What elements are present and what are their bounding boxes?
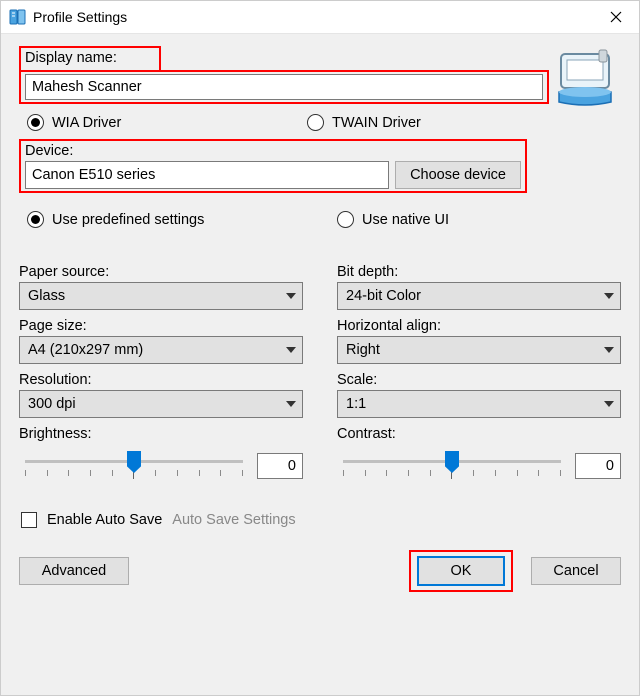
button-row: Advanced OK Cancel — [19, 550, 621, 592]
contrast-value-input[interactable] — [575, 453, 621, 479]
radio-label: Use native UI — [362, 212, 449, 228]
horizontal-align-combo[interactable]: Right — [337, 336, 621, 364]
close-button[interactable] — [593, 1, 639, 33]
scale-label: Scale: — [337, 372, 621, 388]
page-size-combo[interactable]: A4 (210x297 mm) — [19, 336, 303, 364]
driver-radio-group: WIA Driver TWAIN Driver — [27, 114, 549, 131]
device-highlight: Device: Canon E510 series Choose device — [19, 139, 527, 193]
radio-label: TWAIN Driver — [332, 115, 421, 131]
scale-combo[interactable]: 1:1 — [337, 390, 621, 418]
device-label: Device: — [25, 143, 521, 159]
brightness-value-input[interactable] — [257, 453, 303, 479]
resolution-label: Resolution: — [19, 372, 303, 388]
device-value: Canon E510 series — [32, 167, 155, 183]
bit-depth-combo[interactable]: 24-bit Color — [337, 282, 621, 310]
combo-value: 1:1 — [346, 396, 366, 412]
combo-value: A4 (210x297 mm) — [28, 342, 143, 358]
enable-autosave-label[interactable]: Enable Auto Save — [47, 512, 162, 528]
brightness-label: Brightness: — [19, 426, 303, 442]
choose-device-button[interactable]: Choose device — [395, 161, 521, 189]
combo-value: 24-bit Color — [346, 288, 421, 304]
page-size-label: Page size: — [19, 318, 303, 334]
chevron-down-icon — [604, 401, 614, 407]
dialog-content: Display name: WIA Driver TWAIN Driver — [1, 34, 639, 695]
autosave-settings-link: Auto Save Settings — [172, 512, 295, 528]
resolution-combo[interactable]: 300 dpi — [19, 390, 303, 418]
brightness-slider[interactable] — [19, 446, 249, 486]
profile-settings-dialog: Profile Settings Display name: WIA Drive… — [0, 0, 640, 696]
scanner-icon — [549, 46, 621, 110]
horizontal-align-label: Horizontal align: — [337, 318, 621, 334]
titlebar: Profile Settings — [1, 1, 639, 34]
chevron-down-icon — [604, 347, 614, 353]
radio-label: WIA Driver — [52, 115, 121, 131]
chevron-down-icon — [286, 293, 296, 299]
combo-value: 300 dpi — [28, 396, 76, 412]
chevron-down-icon — [286, 401, 296, 407]
driver-option-twain[interactable]: TWAIN Driver — [307, 114, 421, 131]
display-name-label-highlight: Display name: — [19, 46, 161, 72]
device-field: Canon E510 series — [25, 161, 389, 189]
cancel-button[interactable]: Cancel — [531, 557, 621, 585]
display-name-input[interactable] — [25, 74, 543, 100]
settings-mode-group: Use predefined settings Use native UI — [27, 211, 621, 228]
settings-right-col: Bit depth: 24-bit Color Horizontal align… — [337, 264, 621, 490]
settings-mode-native[interactable]: Use native UI — [337, 211, 449, 228]
autosave-row: Enable Auto Save Auto Save Settings — [21, 512, 621, 528]
window-title: Profile Settings — [33, 9, 593, 25]
radio-icon — [27, 211, 44, 228]
enable-autosave-checkbox[interactable] — [21, 512, 37, 528]
chevron-down-icon — [286, 347, 296, 353]
combo-value: Glass — [28, 288, 65, 304]
combo-value: Right — [346, 342, 380, 358]
radio-label: Use predefined settings — [52, 212, 204, 228]
ok-button[interactable]: OK — [417, 556, 505, 586]
settings-grid: Paper source: Glass Page size: A4 (210x2… — [19, 264, 621, 490]
settings-left-col: Paper source: Glass Page size: A4 (210x2… — [19, 264, 303, 490]
radio-icon — [337, 211, 354, 228]
driver-option-wia[interactable]: WIA Driver — [27, 114, 307, 131]
contrast-label: Contrast: — [337, 426, 621, 442]
radio-icon — [27, 114, 44, 131]
paper-source-label: Paper source: — [19, 264, 303, 280]
contrast-slider[interactable] — [337, 446, 567, 486]
ok-button-highlight: OK — [409, 550, 513, 592]
radio-icon — [307, 114, 324, 131]
app-icon — [9, 8, 27, 26]
display-name-label: Display name: — [25, 50, 155, 66]
advanced-button[interactable]: Advanced — [19, 557, 129, 585]
bit-depth-label: Bit depth: — [337, 264, 621, 280]
paper-source-combo[interactable]: Glass — [19, 282, 303, 310]
chevron-down-icon — [604, 293, 614, 299]
settings-mode-predefined[interactable]: Use predefined settings — [27, 211, 337, 228]
display-name-field-highlight — [19, 70, 549, 104]
